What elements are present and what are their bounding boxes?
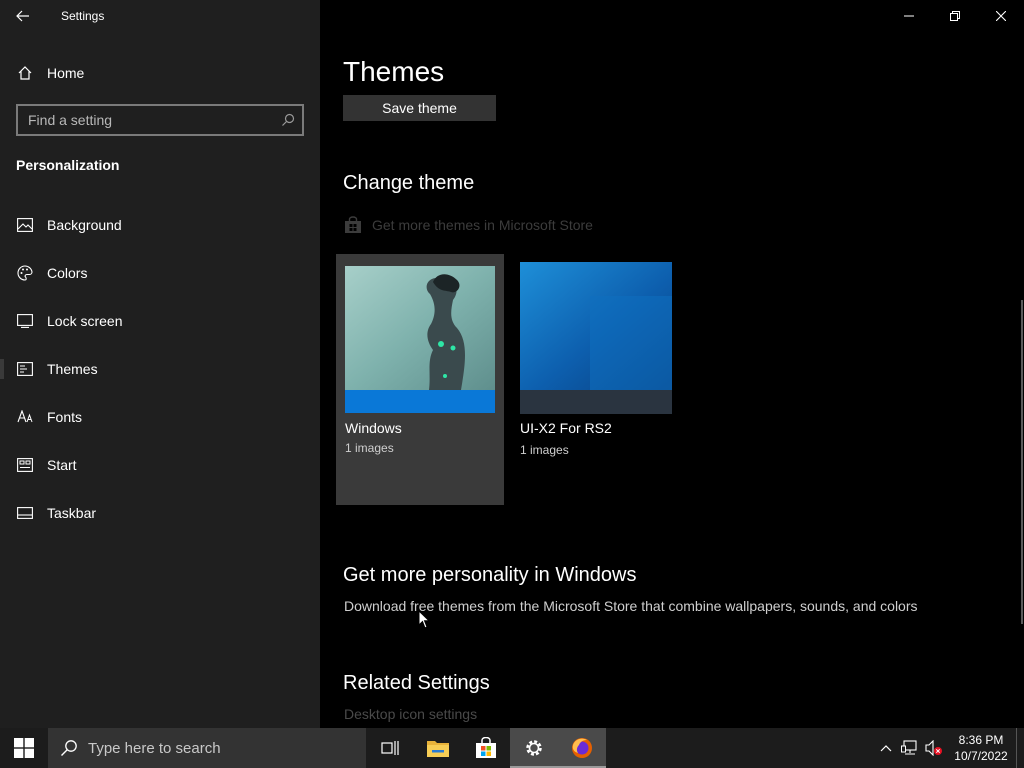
search-icon[interactable]: [274, 106, 302, 134]
sidebar-item-fonts[interactable]: Fonts: [0, 393, 320, 441]
sidebar-item-lock-screen[interactable]: Lock screen: [0, 297, 320, 345]
show-desktop-button[interactable]: [1016, 728, 1024, 768]
task-view-button[interactable]: [366, 728, 414, 768]
find-setting-input[interactable]: [18, 112, 274, 128]
desktop-icon-settings-link[interactable]: Desktop icon settings: [344, 706, 477, 722]
nav-home[interactable]: Home: [0, 56, 320, 90]
image-icon: [16, 216, 34, 234]
clock-date: 10/7/2022: [954, 749, 1008, 763]
chevron-up-icon: [880, 745, 892, 752]
taskbar-search-box[interactable]: Type here to search: [48, 728, 366, 768]
sidebar-item-colors[interactable]: Colors: [0, 249, 320, 297]
related-settings-heading: Related Settings: [343, 672, 490, 694]
find-setting-search-box[interactable]: [16, 104, 304, 136]
volume-button[interactable]: [922, 728, 946, 768]
back-arrow-icon: [16, 10, 29, 22]
theme-name: Windows: [345, 420, 402, 436]
store-link-label: Get more themes in Microsoft Store: [372, 217, 593, 233]
theme-thumbnail-windows: [345, 266, 495, 413]
themes-icon: [16, 360, 34, 378]
sidebar-item-background[interactable]: Background: [0, 201, 320, 249]
theme-tile-ui-x2[interactable]: UI-X2 For RS2 1 images: [511, 254, 679, 505]
page-title: Themes: [343, 56, 445, 87]
sidebar-item-label: Background: [47, 217, 122, 233]
theme-image-count: 1 images: [520, 443, 569, 457]
clock-time: 8:36 PM: [958, 733, 1004, 747]
palette-icon: [16, 264, 34, 282]
search-icon: [61, 740, 77, 756]
mouse-cursor-icon: [418, 610, 430, 629]
sidebar-item-label: Fonts: [47, 409, 83, 425]
sidebar-item-label: Themes: [47, 361, 98, 377]
volume-muted-icon: [925, 740, 942, 756]
theme-thumbnail-ui-x2: [520, 262, 672, 414]
theme-name: UI-X2 For RS2: [520, 420, 612, 436]
network-icon: [901, 740, 917, 755]
taskbar-search-placeholder: Type here to search: [88, 739, 221, 757]
sidebar-item-taskbar[interactable]: Taskbar: [0, 489, 320, 537]
personality-heading: Get more personality in Windows: [343, 564, 637, 586]
home-icon: [16, 64, 34, 82]
start-button[interactable]: [0, 728, 48, 768]
taskbar-icon: [16, 504, 34, 522]
system-tray: 8:36 PM 10/7/2022: [874, 728, 1024, 768]
sidebar-item-label: Colors: [47, 265, 88, 281]
gear-icon: [526, 740, 542, 756]
minimize-icon: [904, 15, 914, 17]
close-button[interactable]: [978, 0, 1024, 32]
restore-icon: [950, 11, 960, 21]
lock-screen-icon: [16, 312, 34, 330]
sidebar: Settings Home Personalization Background…: [0, 0, 320, 728]
sidebar-item-label: Start: [47, 457, 77, 473]
title-bar: Settings: [0, 0, 320, 32]
theme-image-count: 1 images: [345, 441, 394, 455]
store-bag-icon: [476, 737, 496, 758]
store-themes-link[interactable]: Get more themes in Microsoft Store: [343, 215, 593, 235]
file-explorer-button[interactable]: [414, 728, 462, 768]
app-title: Settings: [61, 9, 105, 23]
theme-tile-windows[interactable]: Windows 1 images: [336, 254, 504, 505]
store-bag-icon: [343, 215, 363, 235]
show-hidden-icons-button[interactable]: [874, 728, 898, 768]
close-icon: [996, 11, 1006, 21]
firefox-icon: [572, 738, 592, 758]
nav-list: Background Colors Lock screen Themes Fon…: [0, 201, 320, 537]
personality-description: Download free themes from the Microsoft …: [344, 598, 918, 614]
window-controls: [886, 0, 1024, 32]
task-view-icon: [381, 741, 399, 755]
taskbar-clock[interactable]: 8:36 PM 10/7/2022: [946, 732, 1016, 764]
sidebar-item-start[interactable]: Start: [0, 441, 320, 489]
scrollbar-thumb[interactable]: [1021, 300, 1023, 624]
sidebar-item-themes[interactable]: Themes: [0, 345, 320, 393]
start-layout-icon: [16, 456, 34, 474]
minimize-button[interactable]: [886, 0, 932, 32]
settings-taskbar-button[interactable]: [510, 728, 558, 768]
back-button[interactable]: [0, 0, 46, 32]
windows-logo-icon: [14, 738, 34, 758]
fonts-icon: [16, 408, 34, 426]
sidebar-item-label: Taskbar: [47, 505, 97, 521]
folder-icon: [427, 741, 449, 757]
save-theme-button[interactable]: Save theme: [343, 95, 496, 121]
section-title: Personalization: [16, 157, 120, 173]
network-button[interactable]: [898, 728, 922, 768]
taskbar: Type here to search 8:36 PM 10/7/2022: [0, 728, 1024, 768]
firefox-button[interactable]: [558, 728, 606, 768]
change-theme-heading: Change theme: [343, 172, 475, 194]
nav-home-label: Home: [47, 65, 85, 81]
microsoft-store-button[interactable]: [462, 728, 510, 768]
restore-button[interactable]: [932, 0, 978, 32]
sidebar-item-label: Lock screen: [47, 313, 123, 329]
